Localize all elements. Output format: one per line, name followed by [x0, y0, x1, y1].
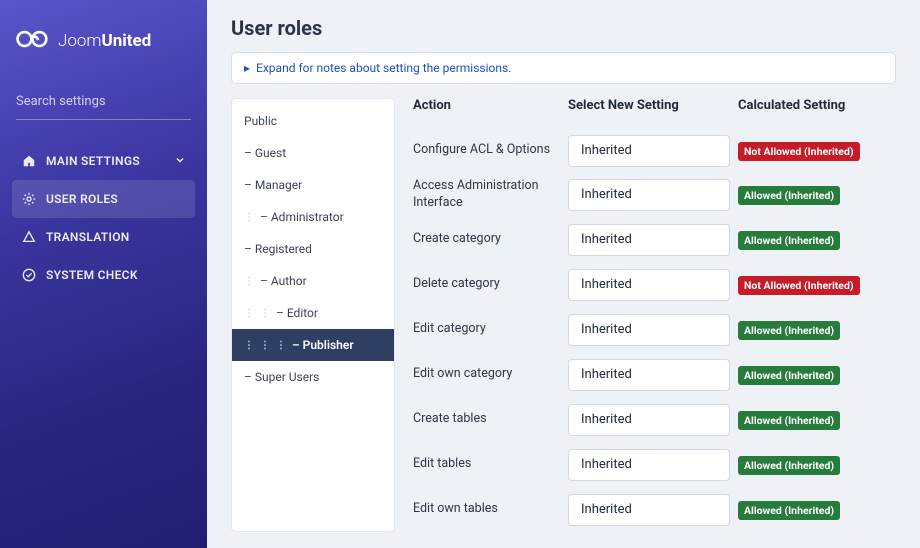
permission-label: Edit tables [413, 456, 568, 473]
sidebar-nav: MAIN SETTINGS USER ROLES TRANSLATION SYSTEM… [12, 142, 195, 294]
main-content: User roles ▸ Expand for notes about sett… [207, 0, 920, 548]
calculated-badge: Allowed (Inherited) [738, 456, 840, 475]
permission-row: Edit categoryInherited Allowed (Inherited… [413, 307, 896, 352]
permission-label: Delete category [413, 276, 568, 293]
tree-indent-icon: ⋮ [260, 308, 268, 319]
tree-indent-icon: ⋮ [276, 340, 284, 351]
role-label: – Registered [244, 242, 312, 256]
sidebar-item-translation[interactable]: TRANSLATION [12, 218, 195, 256]
permission-select[interactable]: Inherited [568, 179, 730, 211]
gear-icon [22, 192, 36, 206]
role-label: – Editor [276, 306, 318, 320]
sidebar-item-main-settings[interactable]: MAIN SETTINGS [12, 142, 195, 180]
role-label: – Author [260, 274, 307, 288]
calculated-badge: Allowed (Inherited) [738, 321, 840, 340]
roles-tree: Public – Guest – Manager ⋮ – Administrator – … [231, 98, 395, 532]
role-row[interactable]: ⋮ ⋮ – Editor [232, 297, 394, 329]
sidebar-item-user-roles[interactable]: USER ROLES [12, 180, 195, 218]
permission-select[interactable]: Inherited [568, 404, 730, 436]
search-box[interactable] [16, 90, 191, 120]
calculated-badge: Allowed (Inherited) [738, 411, 840, 430]
role-label: – Guest [244, 146, 286, 160]
sidebar: JoomUnited MAIN SETTINGS USER ROLES TRANSL… [0, 0, 207, 548]
page-title: User roles [231, 16, 896, 40]
notes-label: Expand for notes about setting the permi… [256, 61, 511, 75]
permission-label: Access Administration Interface [413, 178, 568, 212]
caret-right-icon: ▸ [244, 61, 250, 75]
permission-label: Edit own category [413, 366, 568, 383]
permission-row: Edit own tablesInherited Allowed (Inherit… [413, 487, 896, 532]
permission-select[interactable]: Inherited [568, 314, 730, 346]
role-row[interactable]: ⋮ – Author [232, 265, 394, 297]
calculated-badge: Not Allowed (Inherited) [738, 276, 860, 295]
role-label: – Administrator [260, 210, 344, 224]
permission-row: Edit own categoryInherited Allowed (Inher… [413, 352, 896, 397]
permissions-panel: Action Select New Setting Calculated Set… [413, 98, 896, 532]
sidebar-item-label: USER ROLES [46, 192, 118, 206]
permission-select[interactable]: Inherited [568, 494, 730, 526]
notes-expander[interactable]: ▸ Expand for notes about setting the per… [231, 52, 896, 84]
tree-indent-icon: ⋮ [244, 308, 252, 319]
permission-select[interactable]: Inherited [568, 359, 730, 391]
sidebar-item-label: MAIN SETTINGS [46, 154, 140, 168]
permission-select[interactable]: Inherited [568, 224, 730, 256]
permission-select[interactable]: Inherited [568, 135, 730, 167]
role-label: – Publisher [292, 338, 354, 352]
calculated-badge: Allowed (Inherited) [738, 366, 840, 385]
sidebar-item-system-check[interactable]: SYSTEM CHECK [12, 256, 195, 294]
column-header-action: Action [413, 98, 568, 123]
calculated-badge: Allowed (Inherited) [738, 501, 840, 520]
permission-row: Delete categoryInherited Not Allowed (Inh… [413, 262, 896, 307]
permission-row: Access Administration InterfaceInherited… [413, 172, 896, 217]
tree-indent-icon: ⋮ [244, 212, 252, 223]
permission-row: Create categoryInherited Allowed (Inherit… [413, 217, 896, 262]
role-row[interactable]: – Registered [232, 233, 394, 265]
column-header-setting: Select New Setting [568, 98, 738, 123]
role-row[interactable]: Public [232, 105, 394, 137]
permission-label: Create tables [413, 411, 568, 428]
triangle-icon [22, 230, 36, 244]
tree-indent-icon: ⋮ [244, 340, 252, 351]
permission-row: Create tablesInherited Allowed (Inherited… [413, 397, 896, 442]
permission-label: Edit own tables [413, 501, 568, 518]
column-header-calculated: Calculated Setting [738, 98, 896, 123]
permission-row: Configure ACL & OptionsInherited Not Allo… [413, 127, 896, 172]
calculated-badge: Allowed (Inherited) [738, 186, 840, 205]
role-row[interactable]: – Guest [232, 137, 394, 169]
permission-label: Configure ACL & Options [413, 142, 568, 159]
calculated-badge: Not Allowed (Inherited) [738, 142, 860, 161]
home-icon [22, 154, 36, 168]
logo-mark-icon [16, 22, 50, 60]
role-row[interactable]: ⋮ – Administrator [232, 201, 394, 233]
role-label: – Manager [244, 178, 302, 192]
permission-label: Create category [413, 231, 568, 248]
permission-label: Edit category [413, 321, 568, 338]
role-label: Public [244, 114, 277, 128]
sidebar-item-label: TRANSLATION [46, 230, 130, 244]
brand-logo: JoomUnited [12, 18, 195, 84]
role-row[interactable]: ⋮ ⋮ ⋮ – Publisher [232, 329, 394, 361]
tree-indent-icon: ⋮ [260, 340, 268, 351]
brand-name: JoomUnited [58, 31, 151, 51]
check-icon [22, 268, 36, 282]
chevron-down-icon [175, 154, 185, 168]
tree-indent-icon: ⋮ [244, 276, 252, 287]
role-row[interactable]: – Super Users [232, 361, 394, 393]
permission-row: Edit tablesInherited Allowed (Inherited) [413, 442, 896, 487]
role-label: – Super Users [244, 370, 319, 384]
role-row[interactable]: – Manager [232, 169, 394, 201]
calculated-badge: Allowed (Inherited) [738, 231, 840, 250]
permission-select[interactable]: Inherited [568, 449, 730, 481]
sidebar-item-label: SYSTEM CHECK [46, 268, 138, 282]
search-input[interactable] [16, 94, 191, 109]
permission-select[interactable]: Inherited [568, 269, 730, 301]
